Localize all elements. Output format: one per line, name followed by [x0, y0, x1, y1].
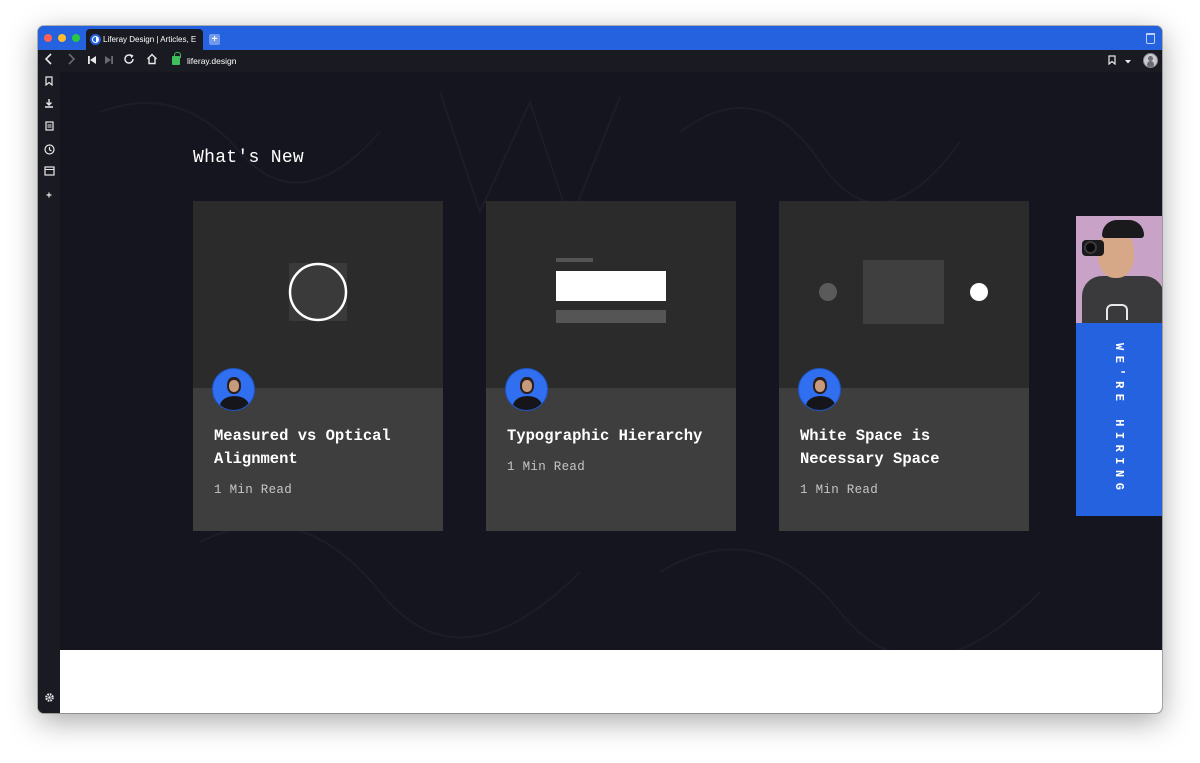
large-bar-shape [556, 271, 666, 301]
bookmark-icon[interactable] [1105, 50, 1119, 72]
chevron-down-icon[interactable] [1121, 50, 1135, 72]
plus-icon[interactable] [38, 189, 60, 205]
minimize-window-button[interactable] [58, 34, 66, 42]
hiring-photo [1076, 216, 1162, 323]
article-card[interactable]: Typographic Hierarchy 1 Min Read [486, 201, 736, 531]
window-icon[interactable] [38, 166, 60, 182]
tab-title: Liferay Design | Articles, E [103, 35, 197, 44]
card-illustration [779, 201, 1029, 388]
new-tab-button[interactable]: + [209, 34, 220, 45]
card-title[interactable]: Measured vs Optical Alignment [214, 425, 429, 471]
notes-icon[interactable] [38, 121, 60, 137]
white-dot-shape [970, 283, 988, 301]
article-card[interactable]: White Space is Necessary Space 1 Min Rea… [779, 201, 1029, 531]
hiring-banner[interactable]: WE'RE HIRING [1076, 323, 1162, 516]
navigation-toolbar: liferay.design [38, 50, 1162, 72]
card-illustration [193, 201, 443, 388]
forward-arrow-icon[interactable] [64, 50, 78, 72]
read-time: 1 Min Read [214, 483, 293, 497]
address-bar[interactable]: liferay.design [187, 50, 236, 72]
card-title[interactable]: White Space is Necessary Space [800, 425, 1015, 471]
download-icon[interactable] [38, 98, 60, 114]
home-icon[interactable] [145, 50, 159, 72]
history-icon[interactable] [38, 144, 60, 160]
author-avatar[interactable] [798, 368, 841, 411]
card-title[interactable]: Typographic Hierarchy [507, 425, 722, 448]
medium-bar-shape [556, 310, 666, 323]
trash-icon[interactable] [1146, 33, 1155, 44]
skip-forward-icon[interactable] [102, 50, 116, 72]
read-time: 1 Min Read [507, 460, 586, 474]
gear-icon[interactable] [38, 692, 60, 708]
browser-sidebar [38, 72, 60, 713]
page-footer [60, 650, 1162, 713]
card-illustration [486, 201, 736, 388]
reload-icon[interactable] [122, 50, 136, 72]
hiring-badge[interactable]: WE'RE HIRING [1076, 216, 1162, 516]
read-time: 1 Min Read [800, 483, 879, 497]
section-title: What's New [193, 148, 305, 168]
hiring-label[interactable]: WE'RE HIRING [1076, 323, 1162, 516]
skip-back-icon[interactable] [85, 50, 99, 72]
lock-icon [172, 52, 181, 65]
profile-avatar[interactable] [1143, 53, 1158, 68]
tab-active[interactable]: Liferay Design | Articles, E [86, 29, 203, 50]
liferay-favicon-icon [90, 34, 101, 45]
close-window-button[interactable] [44, 34, 52, 42]
author-avatar[interactable] [505, 368, 548, 411]
browser-window: Liferay Design | Articles, E + liferay.d… [38, 26, 1162, 713]
bookmark-icon[interactable] [38, 76, 60, 92]
back-arrow-icon[interactable] [42, 50, 56, 72]
author-avatar[interactable] [212, 368, 255, 411]
web-page: What's New Measured vs Optical Alignment… [60, 72, 1162, 713]
gray-dot-shape [819, 283, 837, 301]
article-card[interactable]: Measured vs Optical Alignment 1 Min Read [193, 201, 443, 531]
tab-bar: Liferay Design | Articles, E + [38, 26, 1162, 50]
maximize-window-button[interactable] [72, 34, 80, 42]
square-shape [863, 260, 944, 324]
small-bar-shape [556, 258, 593, 262]
